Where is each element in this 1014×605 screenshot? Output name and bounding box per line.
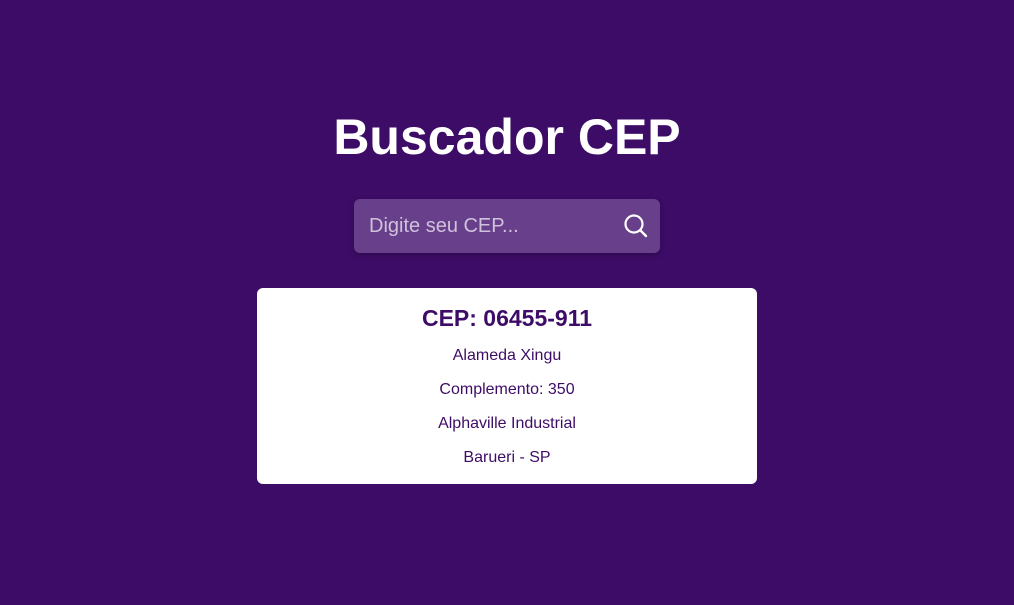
page-title: Buscador CEP [333,109,681,165]
result-cidade-uf: Barueri - SP [463,449,551,466]
result-logradouro: Alameda Xingu [452,347,562,364]
search-button[interactable] [612,199,660,253]
result-complemento: Complemento: 350 [439,381,575,398]
result-bairro: Alphaville Industrial [438,415,576,432]
search-container [354,199,660,253]
search-icon [624,214,648,238]
result-cep-heading: CEP: 06455-911 [421,305,593,331]
result-card: CEP: 06455-911 Alameda Xingu Complemento… [257,288,757,484]
cep-search-input[interactable] [354,199,604,253]
